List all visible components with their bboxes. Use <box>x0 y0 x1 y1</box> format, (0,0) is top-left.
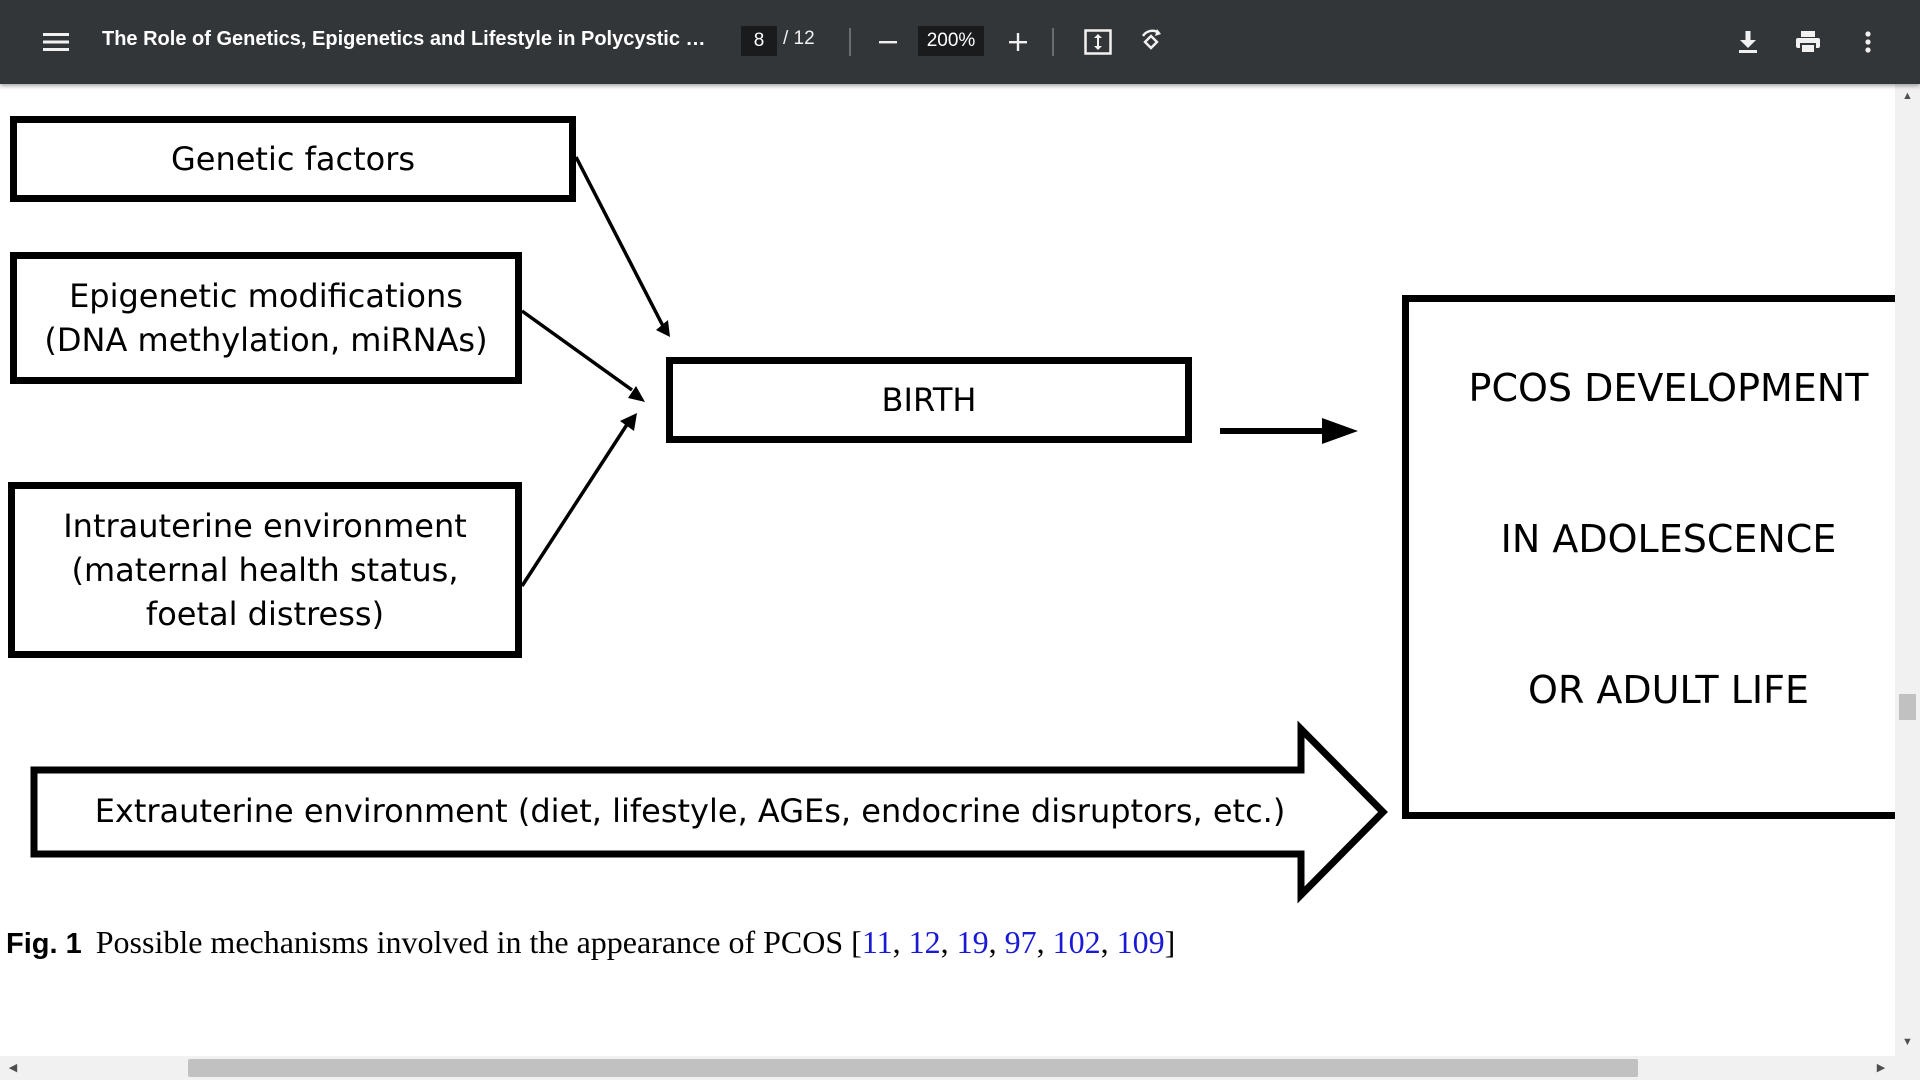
arrow-epigenetic-to-birth <box>520 309 634 392</box>
fit-page-icon[interactable] <box>1078 22 1118 62</box>
scroll-right-arrow-icon[interactable]: ▶ <box>1870 1056 1892 1080</box>
download-icon[interactable] <box>1728 22 1768 62</box>
scroll-left-arrow-icon[interactable]: ◀ <box>2 1056 24 1080</box>
reference-link[interactable]: 11 <box>862 924 893 960</box>
reference-link[interactable]: 19 <box>957 924 989 960</box>
zoom-level-input[interactable]: 200% <box>918 26 984 56</box>
reference-link[interactable]: 102 <box>1053 924 1101 960</box>
page-total-label: / 12 <box>783 28 815 49</box>
arrow-intrauterine-to-birth <box>520 422 630 587</box>
zoom-out-icon[interactable] <box>868 22 908 62</box>
page-number-input[interactable]: 8 <box>741 26 777 56</box>
intrauterine-line-3: foetal distress) <box>145 595 385 633</box>
pcos-line-3: OR ADULT LIFE <box>1528 668 1809 713</box>
horizontal-scrollbar[interactable]: ◀ ▶ <box>0 1056 1920 1080</box>
reference-link[interactable]: 97 <box>1005 924 1037 960</box>
pdf-toolbar: The Role of Genetics, Epigenetics and Li… <box>0 0 1920 84</box>
print-icon[interactable] <box>1788 22 1828 62</box>
intrauterine-line-1: Intrauterine environment <box>63 507 467 545</box>
pcos-development-box: PCOS DEVELOPMENT IN ADOLESCENCE OR ADULT… <box>1402 295 1895 819</box>
intrauterine-environment-box: Intrauterine environment (maternal healt… <box>8 482 522 658</box>
toolbar-divider <box>849 28 851 56</box>
pcos-line-2: IN ADOLESCENCE <box>1500 516 1837 561</box>
vertical-scroll-thumb[interactable] <box>1899 694 1916 720</box>
reference-link[interactable]: 12 <box>909 924 941 960</box>
figure-caption: Fig. 1 Possible mechanisms involved in th… <box>6 924 1176 960</box>
caption-close-bracket: ] <box>1164 924 1176 960</box>
horizontal-scroll-thumb[interactable] <box>188 1059 1638 1077</box>
intrauterine-line-2: (maternal health status, <box>71 551 459 589</box>
toolbar-divider <box>1052 28 1054 56</box>
genetic-factors-label: Genetic factors <box>170 140 416 178</box>
genetic-factors-box: Genetic factors <box>10 116 576 202</box>
birth-label: BIRTH <box>881 381 977 419</box>
scroll-down-arrow-icon[interactable]: ▼ <box>1895 1034 1920 1050</box>
more-vert-icon[interactable] <box>1848 22 1888 62</box>
caption-text: Possible mechanisms involved in the appe… <box>95 924 862 960</box>
extrauterine-environment-label: Extrauterine environment (diet, lifestyl… <box>94 792 1286 830</box>
birth-box: BIRTH <box>666 357 1192 443</box>
reference-link[interactable]: 109 <box>1117 924 1165 960</box>
arrow-genetic-to-birth <box>574 156 666 329</box>
zoom-in-icon[interactable] <box>998 22 1038 62</box>
epigenetic-modifications-box: Epigenetic modifications (DNA methylatio… <box>10 252 522 384</box>
scroll-up-arrow-icon[interactable]: ▲ <box>1895 88 1920 104</box>
rotate-icon[interactable] <box>1131 22 1171 62</box>
menu-icon[interactable] <box>36 22 76 62</box>
epigenetic-line-2: (DNA methylation, miRNAs) <box>44 321 488 359</box>
document-title: The Role of Genetics, Epigenetics and Li… <box>102 28 712 50</box>
epigenetic-line-1: Epigenetic modifications <box>69 277 463 315</box>
pdf-page-viewport[interactable]: Genetic factors Epigenetic modifications… <box>0 84 1895 1056</box>
figure-label: Fig. 1 <box>6 928 82 960</box>
pcos-line-1: PCOS DEVELOPMENT <box>1468 365 1869 410</box>
vertical-scrollbar[interactable]: ▲ ▼ <box>1895 84 1920 1058</box>
